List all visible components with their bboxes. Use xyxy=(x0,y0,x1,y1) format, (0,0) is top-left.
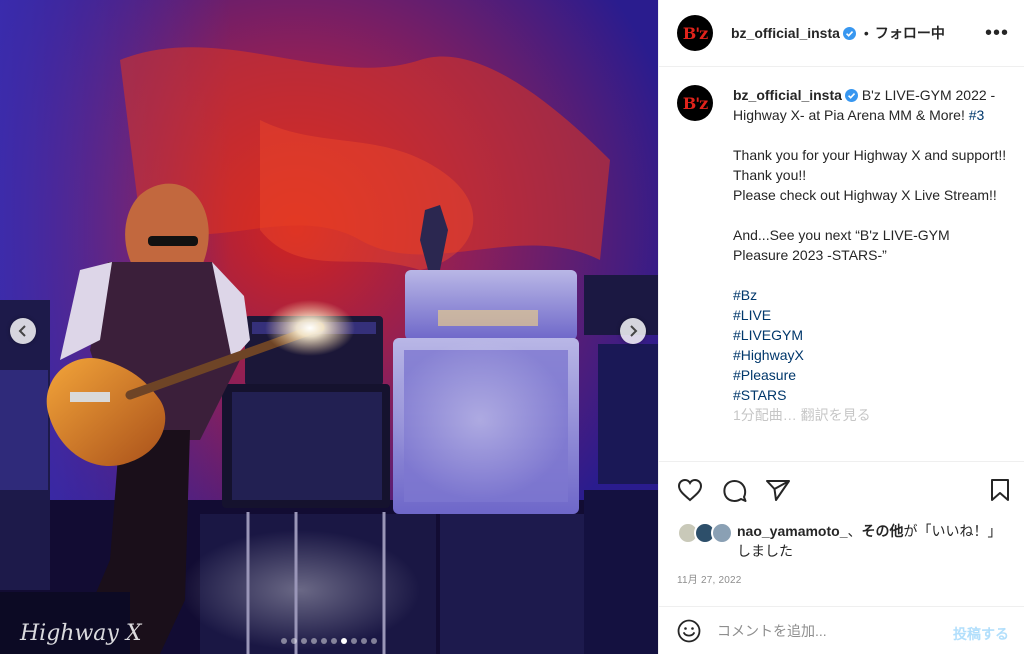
slide-dot xyxy=(341,638,347,644)
caption-avatar[interactable]: B'z xyxy=(677,85,713,121)
verified-icon xyxy=(842,26,856,40)
avatar[interactable] xyxy=(711,522,733,544)
bookmark-icon[interactable] xyxy=(989,478,1011,502)
hashtag-link[interactable]: #Bz xyxy=(733,285,1007,305)
avatar[interactable]: B'z xyxy=(677,15,713,51)
caption-area: B'z bz_official_insta B'z LIVE-GYM 2022 … xyxy=(659,67,1024,461)
slide-dot xyxy=(371,638,377,644)
caption-line-2: Please check out Highway X Live Stream!! xyxy=(733,187,997,203)
slide-dot xyxy=(331,638,337,644)
chevron-right-icon xyxy=(630,325,638,337)
likes-others-link[interactable]: その他 xyxy=(861,523,903,539)
slide-dot xyxy=(311,638,317,644)
caption-username[interactable]: bz_official_insta xyxy=(733,87,842,103)
slide-dot xyxy=(301,638,307,644)
comment-bar: 投稿する xyxy=(659,606,1024,654)
post-media[interactable]: Highway X xyxy=(0,0,658,654)
slide-dot xyxy=(321,638,327,644)
slide-dot xyxy=(351,638,357,644)
slide-dot xyxy=(281,638,287,644)
caption-title-tag[interactable]: #3 xyxy=(969,107,985,123)
liker-username[interactable]: nao_yamamoto_ xyxy=(737,523,847,539)
chevron-left-icon xyxy=(18,325,26,337)
hashtag-link[interactable]: #LIVEGYM xyxy=(733,325,1007,345)
caption-line-3: And...See you next “B'z LIVE-GYM Pleasur… xyxy=(733,227,950,263)
slide-indicator xyxy=(0,638,658,644)
more-options-icon[interactable]: ••• xyxy=(985,22,1009,45)
caption-cut-line: 1分配曲… 翻訳を見る xyxy=(733,407,871,423)
post-side-panel: B'z bz_official_insta • フォロー中 ••• B'z bz… xyxy=(658,0,1024,654)
heart-icon[interactable] xyxy=(677,478,703,502)
post-comment-button[interactable]: 投稿する xyxy=(953,624,1009,644)
header-username[interactable]: bz_official_insta xyxy=(731,25,840,41)
hashtag-link[interactable]: #HighwayX xyxy=(733,345,1007,365)
comment-icon[interactable] xyxy=(722,478,748,504)
slide-dot xyxy=(291,638,297,644)
caption-text: bz_official_insta B'z LIVE-GYM 2022 -Hig… xyxy=(733,85,1007,425)
previous-slide-button[interactable] xyxy=(10,318,36,344)
share-icon[interactable] xyxy=(765,478,791,502)
likes-summary: nao_yamamoto_、その他が「いいね！」しました xyxy=(677,521,1017,561)
caption-line-1: Thank you for your Highway X and support… xyxy=(733,147,1007,183)
likes-connector: 、 xyxy=(847,523,862,539)
concert-photo: Highway X xyxy=(0,0,658,654)
likes-text: nao_yamamoto_、その他が「いいね！」しました xyxy=(737,521,1007,561)
post-header: B'z bz_official_insta • フォロー中 ••• xyxy=(659,0,1024,67)
slide-dot xyxy=(361,638,367,644)
hashtag-link[interactable]: #Pleasure xyxy=(733,365,1007,385)
hashtag-link[interactable]: #LIVE xyxy=(733,305,1007,325)
header-separator: • xyxy=(863,25,869,41)
post-date[interactable]: 11月 27, 2022 xyxy=(677,571,742,586)
emoji-icon[interactable] xyxy=(677,619,701,643)
following-button[interactable]: フォロー中 xyxy=(875,23,945,43)
next-slide-button[interactable] xyxy=(620,318,646,344)
action-bar xyxy=(659,461,1024,521)
liker-avatars[interactable] xyxy=(677,522,733,544)
verified-icon xyxy=(844,89,858,102)
hashtag-link[interactable]: #STARS xyxy=(733,385,1007,405)
comment-input[interactable] xyxy=(717,622,927,639)
